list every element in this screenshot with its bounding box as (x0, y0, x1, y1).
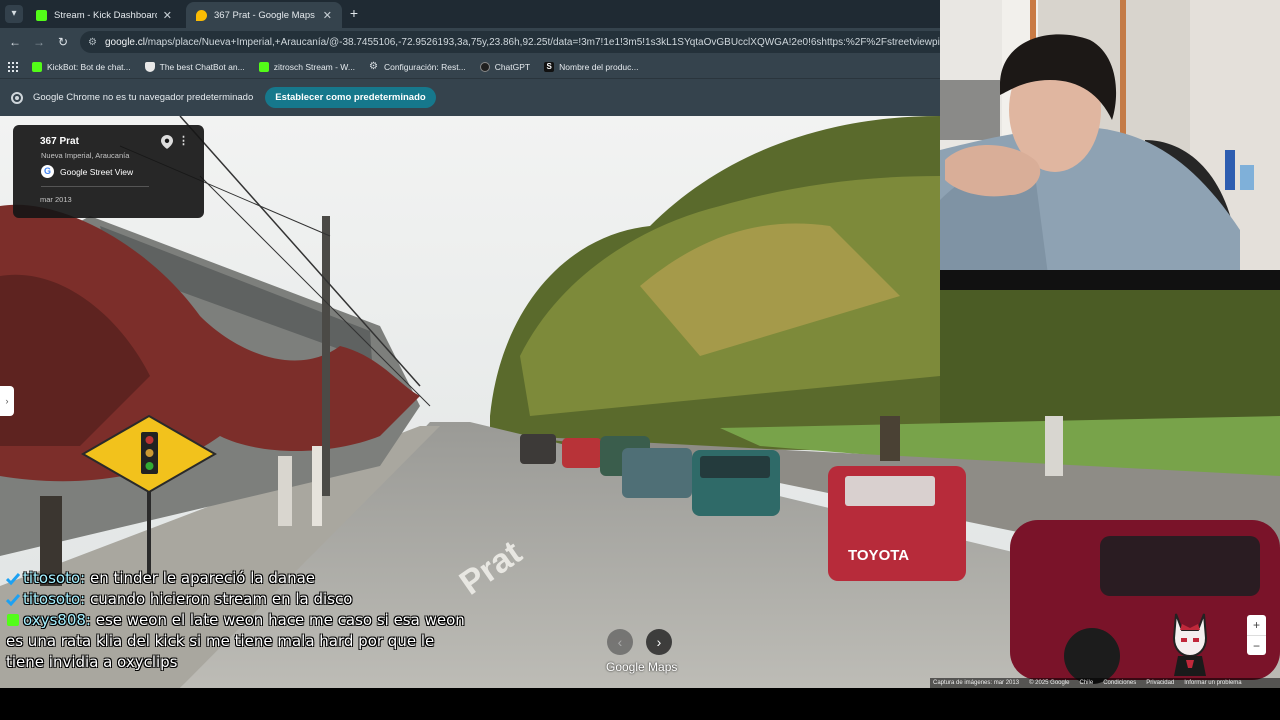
address-host: google.cl (104, 36, 145, 48)
expand-panel-button[interactable]: › (0, 386, 14, 416)
s-icon: S (544, 62, 555, 72)
region-link[interactable]: Chile (1080, 680, 1094, 686)
tab-search-icon[interactable]: ▾ (5, 5, 23, 23)
capture-date: mar 2013 (40, 195, 72, 204)
cat-character-emote (1172, 613, 1208, 676)
site-info-icon[interactable]: ⚙ (88, 37, 97, 48)
chat-message: titosoto: cuando hicieron stream en la d… (6, 589, 526, 610)
apps-grid-icon[interactable] (8, 62, 18, 72)
set-default-button[interactable]: Establecer como predeterminado (265, 87, 436, 108)
chat-username: titosoto: (23, 569, 86, 587)
screen: Prat TOYOTA ▾ Stream - Kick Dashboard ✕ … (0, 0, 1280, 720)
back-arrow-icon[interactable]: ← (8, 35, 22, 49)
zoom-in-button[interactable]: + (1247, 615, 1266, 635)
address-bar[interactable]: ⚙ google.cl/maps/place/Nueva+Imperial,+A… (80, 31, 950, 53)
map-pin-icon[interactable] (161, 135, 173, 149)
kick-icon (32, 62, 42, 72)
google-maps-logo: Google Maps (606, 660, 678, 674)
chrome-logo-icon (11, 91, 23, 104)
address-path: /maps/place/Nueva+Imperial,+Araucanía/@-… (145, 36, 950, 48)
chat-text: cuando hicieron stream en la disco (85, 590, 353, 608)
chat-text: en tinder le apareció la danae (85, 569, 315, 587)
privacy-link[interactable]: Privacidad (1146, 680, 1174, 686)
bookmarks-bar: KickBot: Bot de chat... The best ChatBot… (0, 56, 940, 78)
google-logo-icon: G (41, 165, 54, 178)
verified-badge-icon (6, 573, 20, 585)
new-tab-icon[interactable]: + (346, 5, 362, 21)
imagery-date: Captura de imágenes: mar 2013 (933, 680, 1020, 686)
tab-google-maps[interactable]: 367 Prat - Google Maps ✕ (186, 2, 342, 28)
bookmark-nombre-producto[interactable]: S Nombre del produc... (544, 62, 639, 72)
infobar-message: Google Chrome no es tu navegador predete… (33, 92, 254, 103)
report-problem-link[interactable]: Informar un problema (1184, 680, 1241, 686)
divider (41, 186, 149, 187)
tab-label: 367 Prat - Google Maps (214, 9, 315, 21)
streamer-webcam-image (940, 0, 1280, 290)
subscriber-badge-icon (7, 614, 19, 626)
truck-brand-text: TOYOTA (848, 547, 909, 564)
previous-image-button[interactable]: ‹ (607, 629, 633, 655)
next-image-button[interactable]: › (646, 629, 672, 655)
webcam-overlay (940, 0, 1280, 290)
bookmark-kickbot[interactable]: KickBot: Bot de chat... (32, 62, 131, 72)
maps-footer: Captura de imágenes: mar 2013 © 2025 Goo… (930, 678, 1280, 688)
chat-message: titosoto: en tinder le apareció la danae (6, 568, 526, 589)
street-view-source: G Google Street View (41, 165, 133, 178)
close-tab-icon[interactable]: ✕ (323, 9, 332, 22)
default-browser-infobar: Google Chrome no es tu navegador predete… (0, 78, 940, 116)
chat-username: titosoto: (23, 590, 86, 608)
reload-icon[interactable]: ↻ (56, 35, 70, 49)
gear-icon: ⚙ (368, 61, 378, 72)
source-label: Google Street View (60, 166, 134, 177)
browser-tab-strip: ▾ Stream - Kick Dashboard ✕ 367 Prat - G… (0, 0, 940, 28)
place-card: 367 Prat Nueva Imperial, Araucanía G Goo… (13, 125, 204, 218)
place-subtitle: Nueva Imperial, Araucanía (41, 151, 130, 160)
chat-message: oxys808: ese weon el late weon hace me c… (6, 610, 476, 673)
letterbox-bar (0, 688, 1280, 720)
bookmark-chatbot[interactable]: The best ChatBot an... (144, 62, 245, 72)
terms-link[interactable]: Condiciones (1103, 680, 1136, 686)
maps-favicon-icon (196, 9, 207, 21)
place-title: 367 Prat (40, 136, 79, 147)
copyright: © 2025 Google (1029, 680, 1070, 686)
browser-toolbar: ← → ↻ ⚙ google.cl/maps/place/Nueva+Imper… (0, 28, 950, 56)
close-tab-icon[interactable]: ✕ (163, 9, 172, 22)
more-options-icon[interactable]: ⋮ (178, 134, 189, 148)
shield-icon (144, 62, 155, 72)
tab-kick-dashboard[interactable]: Stream - Kick Dashboard ✕ (26, 2, 182, 28)
bookmark-configuracion[interactable]: ⚙ Configuración: Rest... (368, 61, 466, 73)
verified-badge-icon (6, 594, 20, 606)
kick-favicon-icon (36, 9, 47, 21)
zoom-out-button[interactable]: − (1247, 636, 1266, 656)
zoom-control: + − (1247, 615, 1266, 655)
bookmark-chatgpt[interactable]: ChatGPT (479, 62, 530, 72)
forward-arrow-icon[interactable]: → (32, 35, 46, 49)
stream-chat-overlay: titosoto: en tinder le apareció la danae… (6, 568, 526, 673)
chat-username: oxys808: (23, 611, 91, 629)
kick-icon (258, 62, 269, 72)
chatgpt-icon (479, 62, 490, 72)
tab-label: Stream - Kick Dashboard (54, 9, 157, 21)
bookmark-zitrosch[interactable]: zitrosch Stream - W... (258, 62, 355, 72)
